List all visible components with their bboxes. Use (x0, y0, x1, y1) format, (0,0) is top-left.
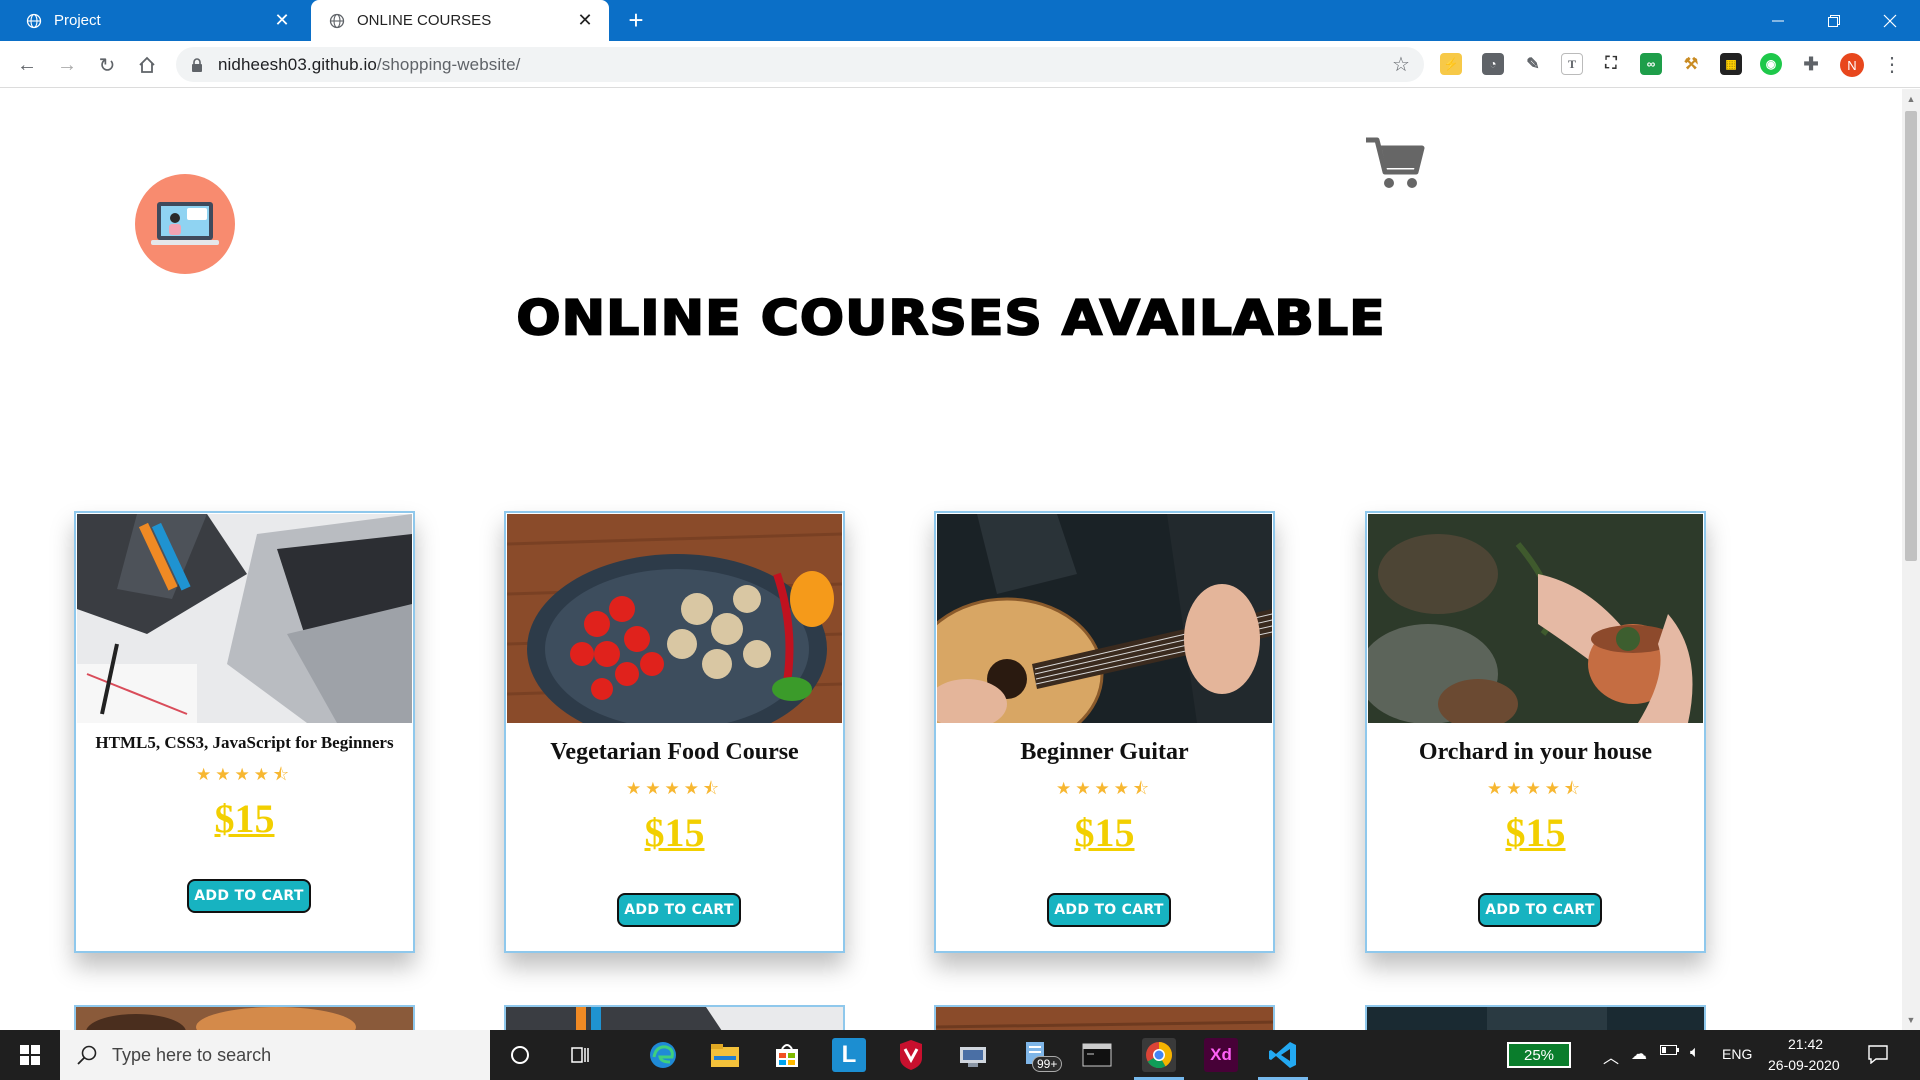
battery-icon[interactable] (1660, 1043, 1680, 1060)
course-name: Beginner Guitar (1020, 739, 1189, 765)
page-viewport: ONLINE COURSES AVAILABLE HTML5, CSS3, Ja… (0, 89, 1902, 1030)
onedrive-cloud-icon[interactable]: ☁ (1631, 1044, 1647, 1064)
course-name: Vegetarian Food Course (550, 739, 799, 765)
profile-avatar[interactable]: N (1840, 53, 1864, 77)
page-scrollbar[interactable]: ▲ ▼ (1902, 89, 1920, 1030)
vscode-icon[interactable] (1258, 1038, 1308, 1080)
extensions-puzzle-icon[interactable]: ✚ (1800, 53, 1822, 75)
cortana-icon[interactable] (503, 1038, 537, 1072)
course-card: Beginner Guitar ★★★★⯪ $15 ADD TO CART (934, 511, 1275, 953)
extension-green-icon[interactable]: ∞ (1640, 53, 1662, 75)
site-logo[interactable] (135, 174, 235, 274)
battery-percentage[interactable]: 25% (1507, 1042, 1571, 1068)
clock-date[interactable]: 26-09-2020 (1768, 1057, 1840, 1073)
chevron-up-icon[interactable]: ︿ (1603, 1044, 1619, 1068)
close-icon[interactable]: ✕ (573, 9, 597, 33)
course-image-html-css (77, 514, 412, 723)
course-image-guitar (937, 514, 1272, 723)
extension-font-icon[interactable]: T (1561, 53, 1583, 75)
tab-title: Project (54, 12, 101, 29)
rating-stars: ★★★★⯪ (195, 765, 294, 784)
course-card-partial (934, 1005, 1275, 1030)
shopping-cart-icon[interactable] (1364, 135, 1426, 191)
add-to-cart-button[interactable]: ADD TO CART (187, 879, 311, 913)
minimize-button[interactable] (1750, 0, 1806, 41)
scrollbar-thumb[interactable] (1905, 111, 1917, 561)
app-l-icon[interactable]: L (832, 1038, 866, 1072)
notification-badge: 99+ (1032, 1056, 1063, 1072)
bookmark-star-icon[interactable]: ☆ (1390, 54, 1412, 76)
course-price[interactable]: $15 (76, 795, 413, 842)
course-card-partial (1365, 1005, 1706, 1030)
globe-icon (329, 13, 345, 29)
rating-stars: ★★★★⯪ (1486, 779, 1585, 798)
restore-button[interactable] (1806, 0, 1862, 41)
url-text: nidheesh03.github.io/shopping-website/ (218, 55, 520, 75)
browser-toolbar: ← → ↻ nidheesh03.github.io/shopping-webs… (0, 41, 1920, 88)
add-to-cart-button[interactable]: ADD TO CART (1478, 893, 1602, 927)
close-icon[interactable]: ✕ (270, 9, 294, 33)
scroll-up-arrow-icon[interactable]: ▲ (1902, 91, 1920, 107)
network-app-icon[interactable] (956, 1038, 990, 1072)
course-price[interactable]: $15 (1367, 809, 1704, 856)
search-placeholder: Type here to search (112, 1044, 272, 1065)
back-icon[interactable]: ← (12, 50, 42, 80)
browser-menu-icon[interactable]: ⋮ (1882, 51, 1902, 79)
course-name: HTML5, CSS3, JavaScript for Beginners (95, 733, 394, 752)
home-icon[interactable] (132, 50, 162, 80)
tab-online-courses[interactable]: ONLINE COURSES ✕ (311, 0, 609, 41)
course-card: HTML5, CSS3, JavaScript for Beginners ★★… (74, 511, 415, 953)
lock-icon (190, 57, 204, 72)
add-to-cart-button[interactable]: ADD TO CART (1047, 893, 1171, 927)
address-bar[interactable]: nidheesh03.github.io/shopping-website/ ☆ (176, 47, 1424, 82)
adobe-xd-icon[interactable]: Xd (1204, 1038, 1238, 1072)
course-price[interactable]: $15 (506, 809, 843, 856)
chrome-icon[interactable] (1134, 1038, 1184, 1080)
scroll-down-arrow-icon[interactable]: ▼ (1902, 1012, 1920, 1028)
file-explorer-icon[interactable] (708, 1038, 742, 1072)
course-image-orchard (1368, 514, 1703, 723)
forward-icon[interactable]: → (52, 50, 82, 80)
taskbar-search-box[interactable]: Type here to search (60, 1030, 490, 1080)
notification-center-icon[interactable] (1868, 1044, 1888, 1067)
course-card: Orchard in your house ★★★★⯪ $15 ADD TO C… (1365, 511, 1706, 953)
course-price[interactable]: $15 (936, 809, 1273, 856)
rating-stars: ★★★★⯪ (1055, 779, 1154, 798)
extension-grid-icon[interactable]: ▦ (1720, 53, 1742, 75)
extension-tool-icon[interactable]: ⚒ (1680, 53, 1702, 75)
course-image-vegetarian (507, 514, 842, 723)
url-path: /shopping-website/ (376, 54, 521, 74)
mcafee-icon[interactable] (894, 1038, 928, 1072)
new-tab-button[interactable]: + (622, 6, 650, 34)
search-icon (76, 1044, 98, 1066)
task-view-icon[interactable] (563, 1038, 597, 1072)
extension-crop-icon[interactable]: ⛶ (1600, 53, 1622, 75)
windows-taskbar: Type here to search L 99+ Xd 25% ︿ ☁ 🔈︎ … (0, 1030, 1920, 1080)
extension-off-icon[interactable]: ◔ (1482, 53, 1504, 75)
extension-eyedropper-icon[interactable]: ✎ (1522, 53, 1544, 75)
course-card-partial (74, 1005, 415, 1030)
tab-title: ONLINE COURSES (357, 12, 492, 29)
edge-icon[interactable] (646, 1038, 680, 1072)
volume-icon[interactable]: 🔈︎ (1690, 1044, 1700, 1062)
globe-icon (26, 13, 42, 29)
store-icon[interactable] (770, 1038, 804, 1072)
window-close-button[interactable] (1862, 0, 1918, 41)
page-title: ONLINE COURSES AVAILABLE (515, 290, 1386, 347)
course-card-partial (504, 1005, 845, 1030)
course-card: Vegetarian Food Course ★★★★⯪ $15 ADD TO … (504, 511, 845, 953)
windows-start-icon[interactable] (0, 1030, 60, 1080)
clock-time[interactable]: 21:42 (1788, 1036, 1823, 1052)
language-indicator[interactable]: ENG (1722, 1046, 1752, 1062)
add-to-cart-button[interactable]: ADD TO CART (617, 893, 741, 927)
url-domain: nidheesh03.github.io (218, 54, 377, 74)
extension-note-icon[interactable]: ⚡ (1440, 53, 1462, 75)
extension-chat-icon[interactable]: ◉ (1760, 53, 1782, 75)
rating-stars: ★★★★⯪ (625, 779, 724, 798)
tab-project[interactable]: Project ✕ (8, 0, 306, 41)
terminal-icon[interactable] (1080, 1038, 1114, 1072)
browser-tab-strip: Project ✕ ONLINE COURSES ✕ + (0, 0, 1920, 41)
course-name: Orchard in your house (1418, 739, 1653, 765)
reload-icon[interactable]: ↻ (92, 50, 122, 80)
